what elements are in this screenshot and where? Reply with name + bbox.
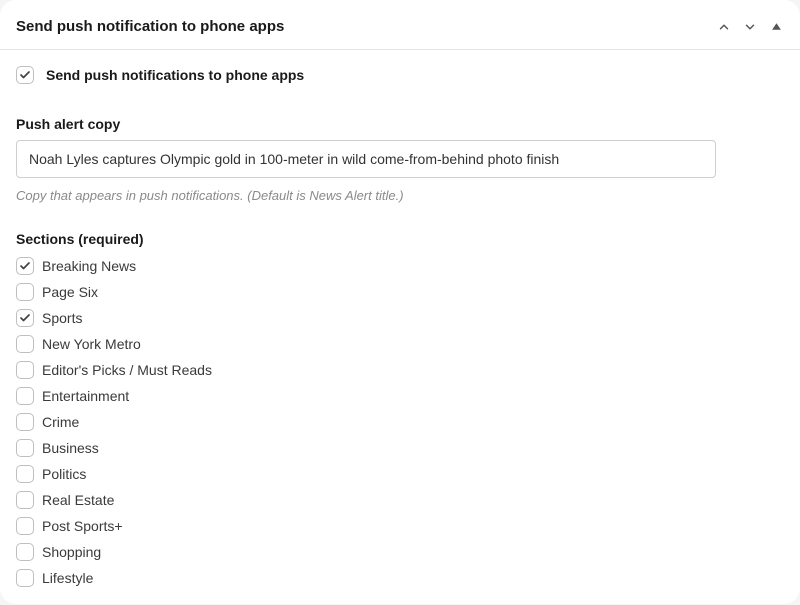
push-copy-label: Push alert copy bbox=[16, 116, 784, 132]
section-checkbox[interactable] bbox=[16, 517, 34, 535]
sections-list: Breaking News Page Six Sports New York Metr… bbox=[16, 255, 784, 589]
check-icon bbox=[19, 260, 31, 272]
section-checkbox[interactable] bbox=[16, 309, 34, 327]
section-label: Post Sports+ bbox=[42, 518, 123, 534]
section-label: Real Estate bbox=[42, 492, 114, 508]
chevron-up-icon bbox=[717, 20, 731, 34]
section-item: Editor's Picks / Must Reads bbox=[16, 359, 784, 381]
section-label: Politics bbox=[42, 466, 86, 482]
panel-header: Send push notification to phone apps bbox=[0, 0, 800, 50]
push-copy-help: Copy that appears in push notifications.… bbox=[16, 188, 784, 203]
section-label: Breaking News bbox=[42, 258, 136, 274]
section-item: Lifestyle bbox=[16, 567, 784, 589]
section-label: Sports bbox=[42, 310, 82, 326]
section-item: Post Sports+ bbox=[16, 515, 784, 537]
panel-controls bbox=[716, 19, 784, 35]
section-label: Editor's Picks / Must Reads bbox=[42, 362, 212, 378]
section-item: Entertainment bbox=[16, 385, 784, 407]
section-checkbox[interactable] bbox=[16, 361, 34, 379]
send-push-checkbox[interactable] bbox=[16, 66, 34, 84]
move-down-button[interactable] bbox=[742, 19, 758, 35]
check-icon bbox=[19, 312, 31, 324]
send-push-label: Send push notifications to phone apps bbox=[46, 67, 304, 83]
section-item: Sports bbox=[16, 307, 784, 329]
section-item: Crime bbox=[16, 411, 784, 433]
chevron-down-icon bbox=[743, 20, 757, 34]
section-label: Shopping bbox=[42, 544, 101, 560]
section-checkbox[interactable] bbox=[16, 465, 34, 483]
panel-body: Send push notifications to phone apps Pu… bbox=[0, 50, 800, 605]
move-up-button[interactable] bbox=[716, 19, 732, 35]
section-item: New York Metro bbox=[16, 333, 784, 355]
section-label: Crime bbox=[42, 414, 79, 430]
section-checkbox[interactable] bbox=[16, 335, 34, 353]
section-checkbox[interactable] bbox=[16, 413, 34, 431]
section-checkbox[interactable] bbox=[16, 491, 34, 509]
section-checkbox[interactable] bbox=[16, 283, 34, 301]
section-label: Entertainment bbox=[42, 388, 129, 404]
section-item: Shopping bbox=[16, 541, 784, 563]
section-label: Business bbox=[42, 440, 99, 456]
main-toggle-row: Send push notifications to phone apps bbox=[16, 66, 784, 84]
section-item: Page Six bbox=[16, 281, 784, 303]
section-checkbox[interactable] bbox=[16, 439, 34, 457]
section-item: Real Estate bbox=[16, 489, 784, 511]
section-label: Page Six bbox=[42, 284, 98, 300]
section-checkbox[interactable] bbox=[16, 387, 34, 405]
triangle-up-icon bbox=[771, 21, 782, 32]
section-item: Business bbox=[16, 437, 784, 459]
section-checkbox[interactable] bbox=[16, 257, 34, 275]
panel-title: Send push notification to phone apps bbox=[16, 18, 284, 35]
collapse-button[interactable] bbox=[768, 19, 784, 35]
section-label: New York Metro bbox=[42, 336, 141, 352]
sections-label: Sections (required) bbox=[16, 231, 784, 247]
push-notification-panel: Send push notification to phone apps Sen… bbox=[0, 0, 800, 604]
section-label: Lifestyle bbox=[42, 570, 93, 586]
check-icon bbox=[19, 69, 31, 81]
section-item: Breaking News bbox=[16, 255, 784, 277]
push-copy-input[interactable] bbox=[16, 140, 716, 178]
section-checkbox[interactable] bbox=[16, 569, 34, 587]
section-item: Politics bbox=[16, 463, 784, 485]
section-checkbox[interactable] bbox=[16, 543, 34, 561]
